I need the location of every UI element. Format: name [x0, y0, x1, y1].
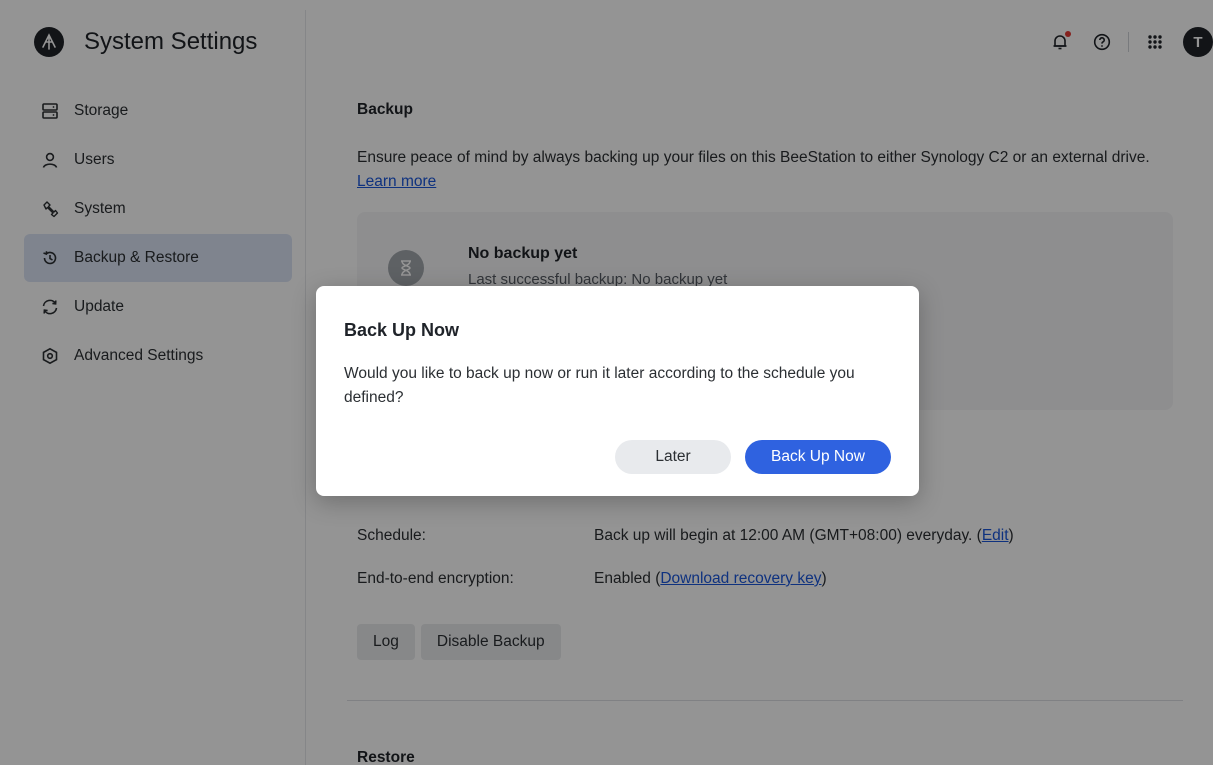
back-up-now-dialog: Back Up Now Would you like to back up no…: [316, 286, 919, 496]
dialog-message: Would you like to back up now or run it …: [344, 365, 855, 406]
back-up-now-button[interactable]: Back Up Now: [745, 440, 891, 474]
later-button[interactable]: Later: [615, 440, 731, 474]
dialog-actions: Later Back Up Now: [615, 440, 891, 474]
dialog-title: Back Up Now: [344, 320, 460, 340]
